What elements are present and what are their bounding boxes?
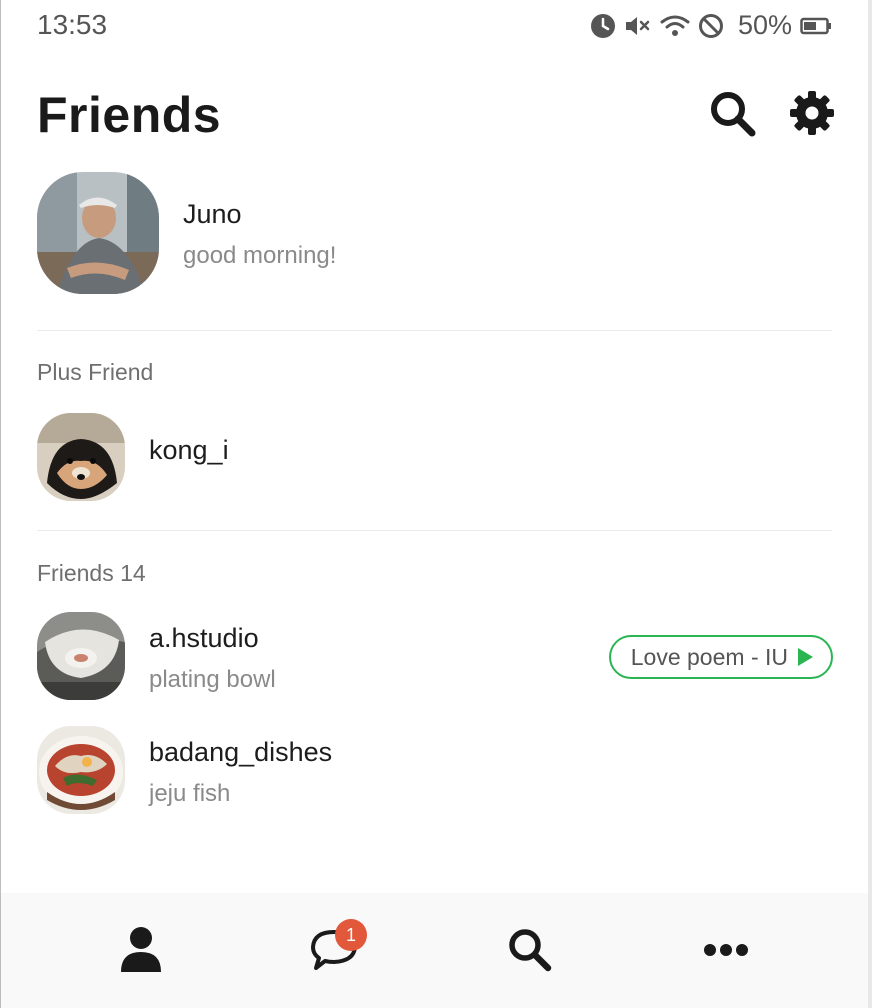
my-name: Juno — [183, 199, 242, 229]
badang-dishes-avatar[interactable] — [37, 726, 125, 814]
battery-percent: 50% — [737, 10, 792, 40]
status-icons: 50% — [590, 10, 832, 41]
plus-friend-name: kong_i — [149, 435, 229, 465]
kong-i-avatar[interactable] — [37, 413, 125, 501]
do-not-disturb-icon — [698, 13, 723, 38]
friend-status-message: jeju fish — [149, 780, 231, 807]
chat-unread-badge: 1 — [335, 919, 367, 951]
status-bar: 13:53 50% — [1, 0, 868, 50]
battery-icon — [800, 17, 831, 34]
more-icon — [704, 944, 748, 956]
plus-friend-section-label: Plus Friend — [37, 359, 154, 385]
search-icon — [711, 92, 756, 137]
tab-search[interactable] — [495, 915, 565, 985]
divider — [37, 530, 832, 531]
search-icon — [509, 929, 552, 972]
friend-name: a.hstudio — [149, 623, 259, 653]
wifi-icon — [660, 15, 690, 36]
my-profile-row[interactable]: Juno good morning! — [37, 172, 832, 296]
friends-section-label: Friends 14 — [37, 560, 146, 586]
tab-more[interactable] — [691, 915, 761, 985]
music-profile-button[interactable]: Love poem - IU — [608, 635, 833, 679]
alarm-icon — [590, 13, 615, 38]
friend-status-message: plating bowl — [149, 666, 276, 693]
page-title: Friends — [37, 87, 222, 143]
plus-friend-row[interactable]: kong_i — [37, 413, 832, 501]
my-avatar[interactable] — [37, 172, 159, 294]
person-icon — [121, 927, 161, 972]
divider — [37, 330, 832, 331]
settings-button[interactable] — [789, 90, 837, 138]
friend-name: badang_dishes — [149, 737, 333, 767]
my-status-message: good morning! — [183, 242, 337, 269]
search-button[interactable] — [709, 90, 757, 138]
app-screen: 13:53 50% Friends Juno good morning! Plu… — [0, 0, 872, 1008]
status-time: 13:53 — [37, 9, 108, 40]
bottom-tab-bar: 1 — [1, 893, 868, 1008]
gear-icon — [790, 91, 834, 135]
tab-friends[interactable] — [106, 915, 176, 985]
mute-icon — [625, 16, 650, 35]
play-icon — [798, 648, 813, 666]
a-hstudio-avatar[interactable] — [37, 612, 125, 700]
music-title: Love poem - IU — [630, 643, 788, 670]
friend-row[interactable]: badang_dishes jeju fish — [37, 726, 832, 816]
